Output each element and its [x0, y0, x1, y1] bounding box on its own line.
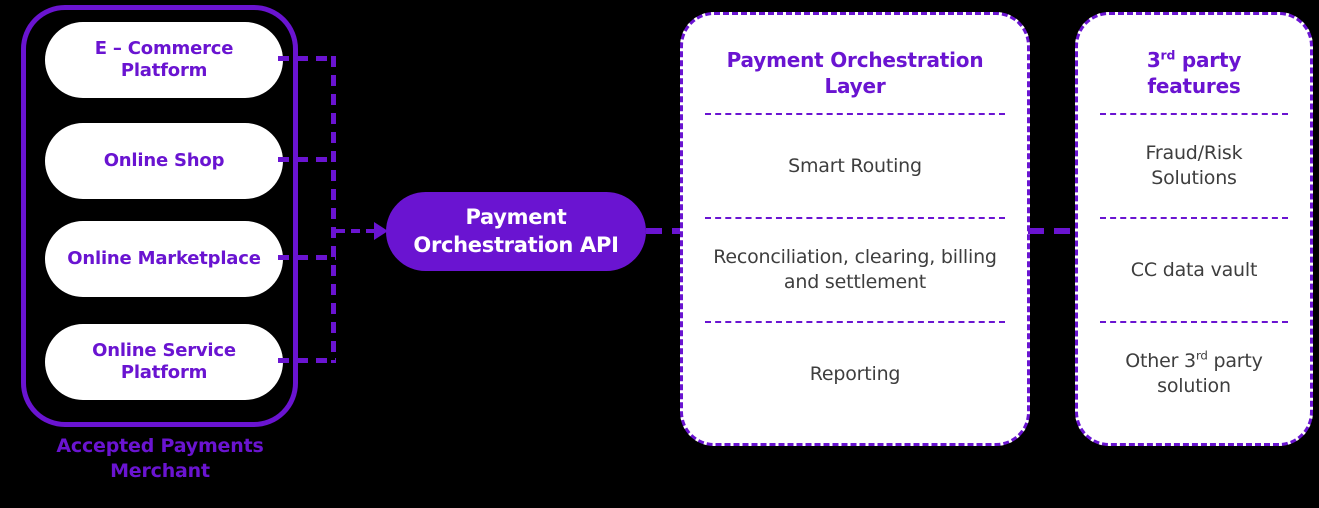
payment-orchestration-api-node[interactable]: Payment Orchestration API — [386, 192, 646, 271]
third-party-features-card: 3rd party features Fraud/Risk Solutions … — [1075, 12, 1313, 446]
accepted-payments-merchant-group: E – Commerce Platform Online Shop Online… — [21, 5, 298, 427]
third-party-card-item-cc-data-vault[interactable]: CC data vault — [1100, 219, 1288, 321]
merchant-group-caption-line1: Accepted Payments — [56, 435, 264, 457]
merchant-item-e-commerce-platform[interactable]: E – Commerce Platform — [45, 22, 283, 98]
connector-stub-online-shop — [278, 157, 336, 162]
third-party-card-item-other-third-party-solution[interactable]: Other 3rd party solution — [1100, 323, 1288, 425]
payment-orchestration-api-label: Payment Orchestration API — [413, 205, 619, 257]
orchestration-card-title: Payment Orchestration Layer — [726, 48, 984, 98]
merchant-item-label: Online Service Platform — [92, 339, 236, 384]
merchant-item-label: E – Commerce Platform — [94, 37, 234, 82]
merchant-item-online-service-platform[interactable]: Online Service Platform — [45, 324, 283, 400]
orchestration-card-item-smart-routing[interactable]: Smart Routing — [705, 115, 1005, 217]
third-party-card-title-text: 3rd party features — [1146, 47, 1242, 98]
merchant-item-online-marketplace[interactable]: Online Marketplace — [45, 221, 283, 297]
third-party-card-title-sup: rd — [1160, 47, 1176, 63]
merchant-item-online-shop[interactable]: Online Shop — [45, 123, 283, 199]
connector-orchestration-layer-to-third-party — [1028, 228, 1077, 234]
connector-stub-online-marketplace — [278, 255, 336, 260]
connector-stub-online-service-platform — [278, 358, 336, 363]
merchant-item-label: Online Marketplace — [67, 247, 261, 269]
diagram-canvas: E – Commerce Platform Online Shop Online… — [0, 0, 1319, 508]
merchant-item-label: Online Shop — [103, 149, 225, 171]
connector-bracket-spine — [331, 56, 336, 363]
connector-stub-e-commerce — [278, 56, 336, 61]
orchestration-card-item-reporting[interactable]: Reporting — [705, 323, 1005, 425]
third-party-item-sup: rd — [1195, 348, 1208, 363]
merchant-group-caption-line2: Merchant — [110, 459, 210, 482]
merchant-group-caption: Accepted Payments Merchant — [0, 434, 320, 483]
third-party-card-item-fraud-risk-solutions[interactable]: Fraud/Risk Solutions — [1100, 115, 1288, 217]
third-party-card-item-text: Other 3rd party solution — [1125, 348, 1263, 397]
connector-api-to-orchestration-layer — [646, 228, 682, 234]
payment-orchestration-layer-card: Payment Orchestration Layer Smart Routin… — [680, 12, 1030, 446]
orchestration-card-item-reconciliation[interactable]: Reconciliation, clearing, billing and se… — [705, 219, 1005, 321]
third-party-card-title: 3rd party features — [1100, 35, 1288, 113]
